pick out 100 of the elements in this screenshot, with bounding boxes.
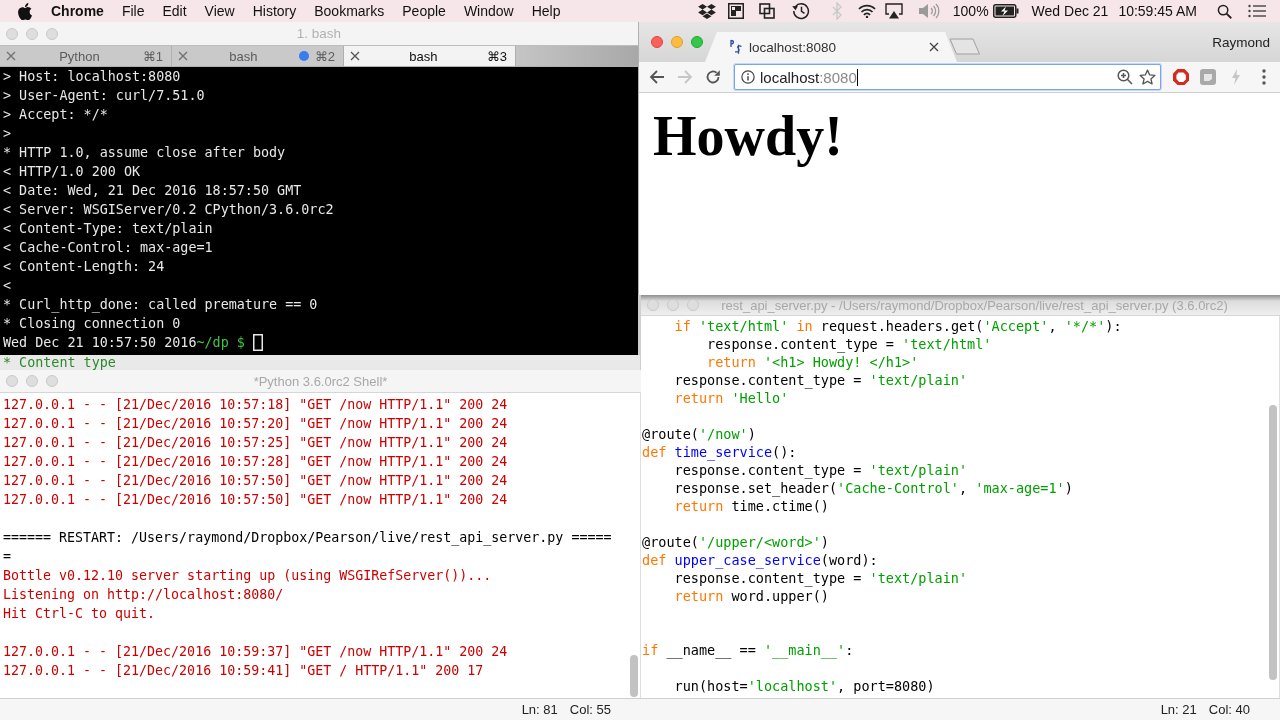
close-icon[interactable] xyxy=(929,42,939,52)
terminal-line: < Cache-Control: max-age=1 xyxy=(3,239,214,257)
column-number-text: Col: 40 xyxy=(1208,702,1250,717)
scroll-thumb[interactable] xyxy=(1269,405,1277,680)
output-line: ====== RESTART: /Users/raymond/Dropbox/Pearson/live/rest_api_server.py ===== xyxy=(3,529,613,547)
text-caret-icon xyxy=(856,68,858,86)
star-icon[interactable] xyxy=(1139,69,1156,85)
code-line: response.content_type = 'text/plain' xyxy=(673,371,969,389)
terminal-line: < HTTP/1.0 200 OK xyxy=(3,163,142,181)
back-icon[interactable] xyxy=(649,69,665,85)
grid-square-icon[interactable] xyxy=(727,3,744,19)
output-line: * Content type xyxy=(3,355,116,370)
app-menu[interactable]: Chrome xyxy=(42,0,113,22)
date-text: Wed Dec 21 xyxy=(1031,2,1109,21)
terminal-line: < Server: WSGIServer/0.2 CPython/3.6.0rc2 xyxy=(3,201,335,219)
menu-item[interactable]: File xyxy=(112,0,154,22)
rounded-square-icon[interactable] xyxy=(1200,69,1216,85)
column-number-text: Col: 55 xyxy=(569,702,611,717)
window-title: *Python 3.6.0rc2 Shell* xyxy=(253,373,388,389)
terminal-line: < Date: Wed, 21 Dec 2016 18:57:50 GMT xyxy=(3,182,303,200)
code-line: @route('/now') xyxy=(642,425,757,443)
info-icon[interactable] xyxy=(741,70,755,84)
reload-icon[interactable] xyxy=(705,69,721,85)
code-line: response.content_type = 'text/plain' xyxy=(673,569,969,587)
menu-item[interactable]: Edit xyxy=(153,0,196,22)
address-field[interactable]: localhost:8080 xyxy=(734,64,1161,90)
code-line: response.content_type = 'text/html' xyxy=(706,335,993,353)
scroll-thumb[interactable] xyxy=(630,655,638,697)
window-title: 1. bash xyxy=(296,26,342,41)
line-number-text: Ln: 81 xyxy=(521,702,558,717)
output-line: Bottle v0.12.10 server starting up (using WSGIRefServer())... xyxy=(3,567,493,585)
box-icon[interactable] xyxy=(697,3,716,19)
code-line: return 'Hello' xyxy=(673,389,790,407)
wifi-icon[interactable] xyxy=(857,4,876,18)
output-line: 127.0.0.1 - - [21/Dec/2016 10:57:20] "GET /now HTTP/1.1" 200 24 xyxy=(3,415,509,433)
code-line: response.set_header('Cache-Control', 'max-age=1') xyxy=(673,479,1074,497)
code-line: return '<h1> Howdy! </h1>' xyxy=(706,353,920,371)
search-icon[interactable] xyxy=(1217,3,1232,19)
prompt-timestamp: Wed Dec 21 10:57:50 2016 xyxy=(3,334,197,352)
close-button[interactable] xyxy=(651,36,663,48)
output-line: 127.0.0.1 - - [21/Dec/2016 10:59:37] "GET /now HTTP/1.1" 200 24 xyxy=(3,643,509,661)
terminal-line: * HTTP 1.0, assume close after body xyxy=(3,144,287,162)
terminal-line: * Closing connection 0 xyxy=(3,315,182,333)
menu-item[interactable]: View xyxy=(195,0,244,22)
battery-icon[interactable] xyxy=(992,4,1019,18)
menu-icon[interactable] xyxy=(1262,69,1266,85)
output-line: 127.0.0.1 - - [21/Dec/2016 10:57:28] "GET /now HTTP/1.1" 200 24 xyxy=(3,453,509,471)
zoom-button[interactable] xyxy=(691,36,703,48)
terminal-line: > Accept: */* xyxy=(3,106,109,124)
output-line: Hit Ctrl-C to quit. xyxy=(3,605,157,623)
output-line: 127.0.0.1 - - [21/Dec/2016 10:57:25] "GET /now HTTP/1.1" 200 24 xyxy=(3,434,509,452)
speaker-icon[interactable] xyxy=(917,3,940,19)
output-line: 127.0.0.1 - - [21/Dec/2016 10:59:41] "GET / HTTP/1.1" 200 17 xyxy=(3,662,485,680)
output-line: = xyxy=(3,548,12,566)
code-line: @route('/upper/<word>') xyxy=(642,533,830,551)
block-cursor-icon xyxy=(252,334,263,351)
terminal-line: > xyxy=(3,125,13,143)
output-line: Listening on http://localhost:8080/ xyxy=(3,586,285,604)
profile-button[interactable]: Raymond xyxy=(1212,34,1270,50)
terminal-line: < Content-Type: text/plain xyxy=(3,220,214,238)
clock-icon[interactable] xyxy=(791,2,810,20)
squiggle-icon xyxy=(729,39,743,55)
battery-percent: 100% xyxy=(952,2,989,21)
octagon-icon[interactable] xyxy=(1172,68,1190,86)
terminal-line: > User-Agent: curl/7.51.0 xyxy=(3,87,206,105)
page-heading: Howdy! xyxy=(653,104,843,168)
code-line: run(host='localhost', port=8080) xyxy=(673,677,936,695)
menu-item[interactable]: People xyxy=(393,0,455,22)
zoom-in-icon[interactable] xyxy=(1117,69,1133,85)
time-text: 10:59:45 AM xyxy=(1118,2,1197,21)
window-title: rest_api_server.py - /Users/raymond/Dropbox/Pearson/live/rest_api_server.py (3.6.0rc2) xyxy=(721,297,1228,313)
menu-item[interactable]: History xyxy=(243,0,306,22)
terminal-tab[interactable]: bash ⌘3 xyxy=(344,46,516,66)
output-line: 127.0.0.1 - - [21/Dec/2016 10:57:50] "GET /now HTTP/1.1" 200 24 xyxy=(3,472,509,490)
line-number-text: Ln: 21 xyxy=(1160,702,1197,717)
code-line: if __name__ == '__main__': xyxy=(642,641,855,659)
terminal-line: * Curl_http_done: called premature == 0 xyxy=(3,296,319,314)
screen-triangle-icon[interactable] xyxy=(884,3,903,19)
output-line: 127.0.0.1 - - [21/Dec/2016 10:57:18] "GET /now HTTP/1.1" 200 24 xyxy=(3,396,509,414)
prompt-path: ~/dp $ xyxy=(196,334,245,352)
browser-tab[interactable]: localhost:8080 xyxy=(705,32,957,62)
close-icon[interactable] xyxy=(350,51,360,61)
code-line: def time_service(): xyxy=(642,443,798,461)
code-line: def upper_case_service(word): xyxy=(642,551,879,569)
menu-item[interactable]: Bookmarks xyxy=(305,0,394,22)
menu-item[interactable]: Help xyxy=(522,0,570,22)
overlapping-squares-icon[interactable] xyxy=(758,3,775,19)
new-tab-button[interactable] xyxy=(949,38,981,55)
output-line: 127.0.0.1 - - [21/Dec/2016 10:57:50] "GET /now HTTP/1.1" 200 24 xyxy=(3,491,509,509)
lightning-icon[interactable] xyxy=(1231,69,1241,85)
forward-icon[interactable] xyxy=(677,69,693,85)
list-icon[interactable] xyxy=(1248,4,1266,18)
code-line: return word.upper() xyxy=(673,587,830,605)
terminal-line: < xyxy=(3,277,13,295)
code-line: response.content_type = 'text/plain' xyxy=(673,461,969,479)
minimize-button[interactable] xyxy=(671,36,683,48)
apple-logo-icon[interactable] xyxy=(18,2,32,20)
menu-item[interactable]: Window xyxy=(454,0,523,22)
terminal-line: < Content-Length: 24 xyxy=(3,258,166,276)
terminal-line: > Host: localhost:8080 xyxy=(3,68,182,86)
